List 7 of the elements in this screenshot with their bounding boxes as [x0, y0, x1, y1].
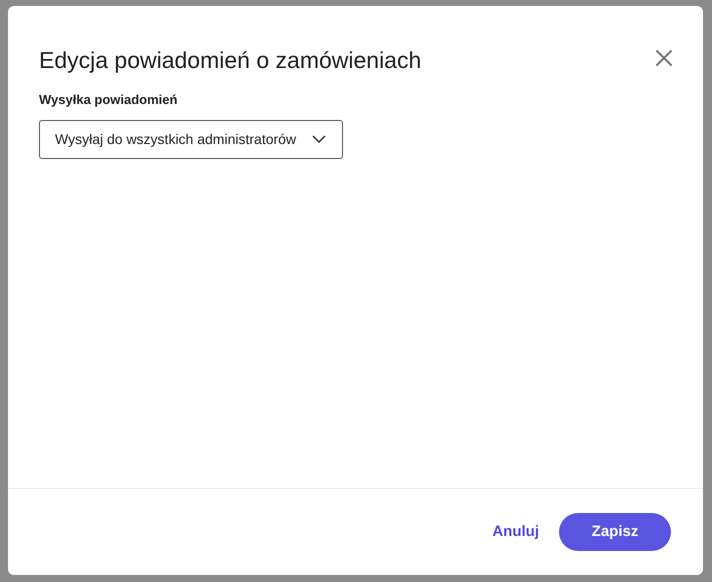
chevron-down-icon [312, 135, 326, 143]
field-label: Wysyłka powiadomień [39, 91, 178, 109]
dialog-title: Edycja powiadomień o zamówieniach [39, 46, 422, 75]
cancel-button[interactable]: Anuluj [488, 513, 543, 551]
dropdown-field[interactable]: Wysyłaj do wszystkich administratorów [39, 120, 343, 158]
close-icon[interactable] [655, 49, 673, 67]
save-button[interactable]: Zapisz [559, 513, 671, 551]
